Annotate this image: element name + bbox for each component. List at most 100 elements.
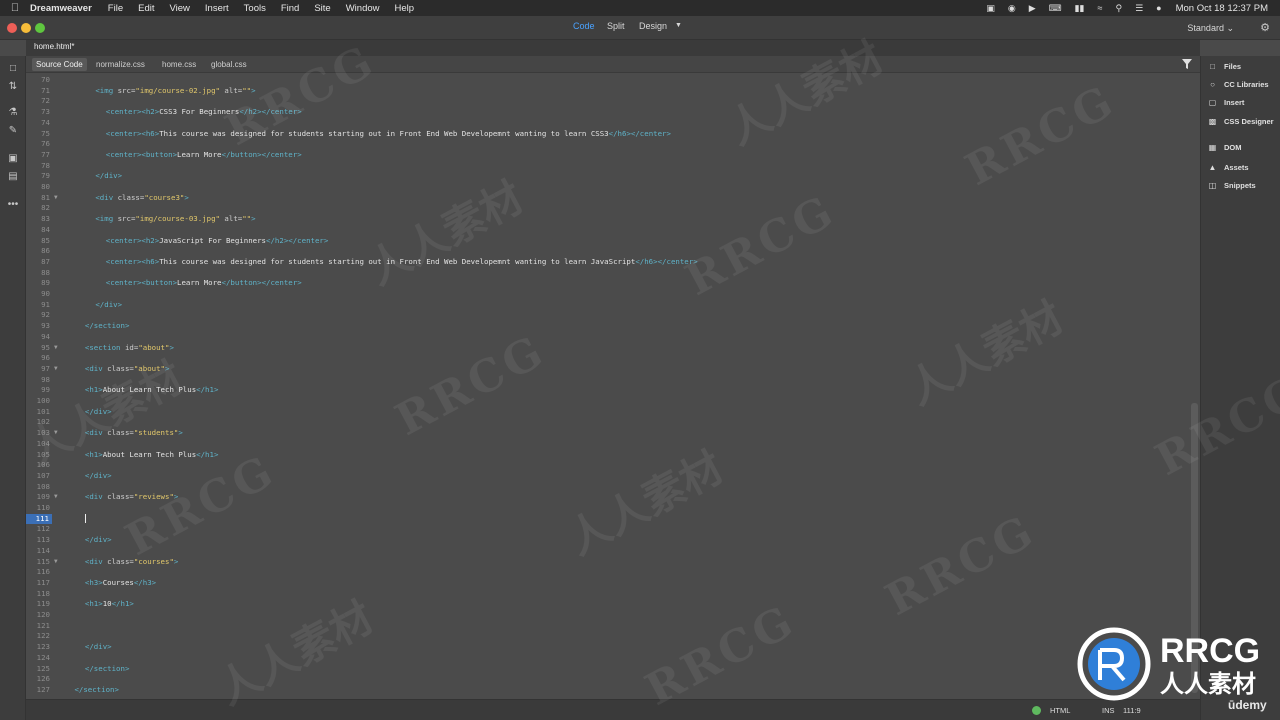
code-line[interactable]: 79 </div> bbox=[26, 171, 1186, 182]
code-line[interactable]: 120 bbox=[26, 610, 1186, 621]
panel-snippets[interactable]: ◫ Snippets bbox=[1207, 178, 1256, 192]
line-number[interactable]: 81 bbox=[26, 193, 50, 204]
line-number[interactable]: 110 bbox=[26, 503, 50, 514]
code-line[interactable]: 126 bbox=[26, 674, 1186, 685]
line-number[interactable]: 73 bbox=[26, 107, 50, 118]
screen-record-icon[interactable]: ▣ bbox=[986, 3, 995, 14]
line-number[interactable]: 108 bbox=[26, 482, 50, 493]
line-number[interactable]: 96 bbox=[26, 353, 50, 364]
code-line[interactable]: 93 </section> bbox=[26, 321, 1186, 332]
fold-toggle-icon[interactable]: ▼ bbox=[54, 557, 58, 568]
line-number[interactable]: 77 bbox=[26, 150, 50, 161]
code-line[interactable]: 119 <h1>10</h1> bbox=[26, 599, 1186, 610]
code-line[interactable]: 80 bbox=[26, 182, 1186, 193]
code-line[interactable]: 85 <center><h2>JavaScript For Beginners</… bbox=[26, 236, 1186, 247]
code-line[interactable]: 99 <h1>About Learn Tech Plus</h1> bbox=[26, 385, 1186, 396]
menu-site[interactable]: Site bbox=[314, 3, 330, 14]
control-center-icon[interactable]: ☰ bbox=[1135, 3, 1143, 14]
code-line[interactable]: 88 bbox=[26, 268, 1186, 279]
code-line[interactable]: 90 bbox=[26, 289, 1186, 300]
menu-file[interactable]: File bbox=[108, 3, 123, 14]
line-number[interactable]: 119 bbox=[26, 599, 50, 610]
related-global-css[interactable]: global.css bbox=[211, 60, 247, 69]
panel-css-designer[interactable]: ▩ CSS Designer bbox=[1207, 114, 1274, 128]
menu-view[interactable]: View bbox=[169, 3, 189, 14]
design-view-button[interactable]: Design bbox=[639, 21, 667, 31]
more-icon[interactable]: ••• bbox=[6, 198, 20, 212]
line-number[interactable]: 80 bbox=[26, 182, 50, 193]
menu-window[interactable]: Window bbox=[346, 3, 380, 14]
code-line[interactable]: 102 bbox=[26, 417, 1186, 428]
menu-find[interactable]: Find bbox=[281, 3, 299, 14]
line-number[interactable]: 89 bbox=[26, 278, 50, 289]
workspace-switcher[interactable]: Standard ⌄ bbox=[1187, 23, 1234, 34]
code-line[interactable]: 97 ▼ <div class="about"> bbox=[26, 364, 1186, 375]
line-number[interactable]: 109 bbox=[26, 492, 50, 503]
code-line[interactable]: 77 <center><button>Learn More</button></c… bbox=[26, 150, 1186, 161]
line-number[interactable]: 86 bbox=[26, 246, 50, 257]
code-line[interactable]: 121 bbox=[26, 621, 1186, 632]
menu-clock[interactable]: Mon Oct 18 12:37 PM bbox=[1176, 3, 1268, 14]
menu-tools[interactable]: Tools bbox=[244, 3, 266, 14]
code-line[interactable]: 104 bbox=[26, 439, 1186, 450]
document-tab[interactable]: home.html* bbox=[34, 42, 74, 51]
file-icon[interactable]: □ bbox=[6, 62, 20, 76]
app-menu[interactable]: Dreamweaver bbox=[30, 3, 92, 14]
line-number[interactable]: 88 bbox=[26, 268, 50, 279]
linting-status-icon[interactable] bbox=[1032, 706, 1041, 715]
apple-icon[interactable]:  bbox=[0, 2, 30, 14]
line-number[interactable]: 126 bbox=[26, 674, 50, 685]
filter-icon[interactable] bbox=[1182, 59, 1192, 69]
code-line[interactable]: 83 <img src="img/course-03.jpg" alt=""> bbox=[26, 214, 1186, 225]
minimize-window-button[interactable] bbox=[21, 23, 31, 33]
code-line[interactable]: 114 bbox=[26, 546, 1186, 557]
line-number[interactable]: 112 bbox=[26, 524, 50, 535]
code-line[interactable]: 84 bbox=[26, 225, 1186, 236]
code-line[interactable]: 94 bbox=[26, 332, 1186, 343]
line-number[interactable]: 90 bbox=[26, 289, 50, 300]
code-line[interactable]: 127 </section> bbox=[26, 685, 1186, 696]
line-number[interactable]: 118 bbox=[26, 589, 50, 600]
line-number[interactable]: 113 bbox=[26, 535, 50, 546]
code-line[interactable]: 101 </div> bbox=[26, 407, 1186, 418]
code-line[interactable]: 112 bbox=[26, 524, 1186, 535]
code-line[interactable]: 110 bbox=[26, 503, 1186, 514]
line-number[interactable]: 87 bbox=[26, 257, 50, 268]
line-number[interactable]: 91 bbox=[26, 300, 50, 311]
siri-icon[interactable]: ● bbox=[1156, 3, 1161, 13]
line-number[interactable]: 107 bbox=[26, 471, 50, 482]
code-view-button[interactable]: Code bbox=[573, 21, 595, 31]
code-line[interactable]: 109 ▼ <div class="reviews"> bbox=[26, 492, 1186, 503]
code-line[interactable]: 122 bbox=[26, 631, 1186, 642]
brush-icon[interactable]: ✎ bbox=[6, 124, 20, 138]
fold-toggle-icon[interactable]: ▼ bbox=[54, 492, 58, 503]
line-number[interactable]: 98 bbox=[26, 375, 50, 386]
line-number[interactable]: 74 bbox=[26, 118, 50, 129]
line-number[interactable]: 106 bbox=[26, 460, 50, 471]
line-number[interactable]: 102 bbox=[26, 417, 50, 428]
close-window-button[interactable] bbox=[7, 23, 17, 33]
line-number[interactable]: 121 bbox=[26, 621, 50, 632]
code-line[interactable]: 124 bbox=[26, 653, 1186, 664]
line-number[interactable]: 114 bbox=[26, 546, 50, 557]
play-icon[interactable]: ▶ bbox=[1029, 3, 1036, 14]
code-line[interactable]: 100 bbox=[26, 396, 1186, 407]
comment-icon[interactable]: ▣ bbox=[6, 152, 20, 166]
line-number[interactable]: 104 bbox=[26, 439, 50, 450]
menu-insert[interactable]: Insert bbox=[205, 3, 229, 14]
panel-files[interactable]: □ Files bbox=[1207, 59, 1241, 73]
line-number[interactable]: 103 bbox=[26, 428, 50, 439]
line-number[interactable]: 79 bbox=[26, 171, 50, 182]
line-number[interactable]: 122 bbox=[26, 631, 50, 642]
code-line[interactable]: 78 bbox=[26, 161, 1186, 172]
line-number[interactable]: 82 bbox=[26, 203, 50, 214]
fold-toggle-icon[interactable]: ▼ bbox=[54, 193, 58, 204]
line-number[interactable]: 85 bbox=[26, 236, 50, 247]
panel-cc-libraries[interactable]: ○ CC Libraries bbox=[1207, 77, 1269, 91]
zoom-window-button[interactable] bbox=[35, 23, 45, 33]
fold-toggle-icon[interactable]: ▼ bbox=[54, 428, 58, 439]
line-number[interactable]: 94 bbox=[26, 332, 50, 343]
code-line[interactable]: 111 bbox=[26, 513, 1186, 525]
document-type-selector[interactable]: HTML bbox=[1050, 706, 1070, 715]
line-number[interactable]: 92 bbox=[26, 310, 50, 321]
